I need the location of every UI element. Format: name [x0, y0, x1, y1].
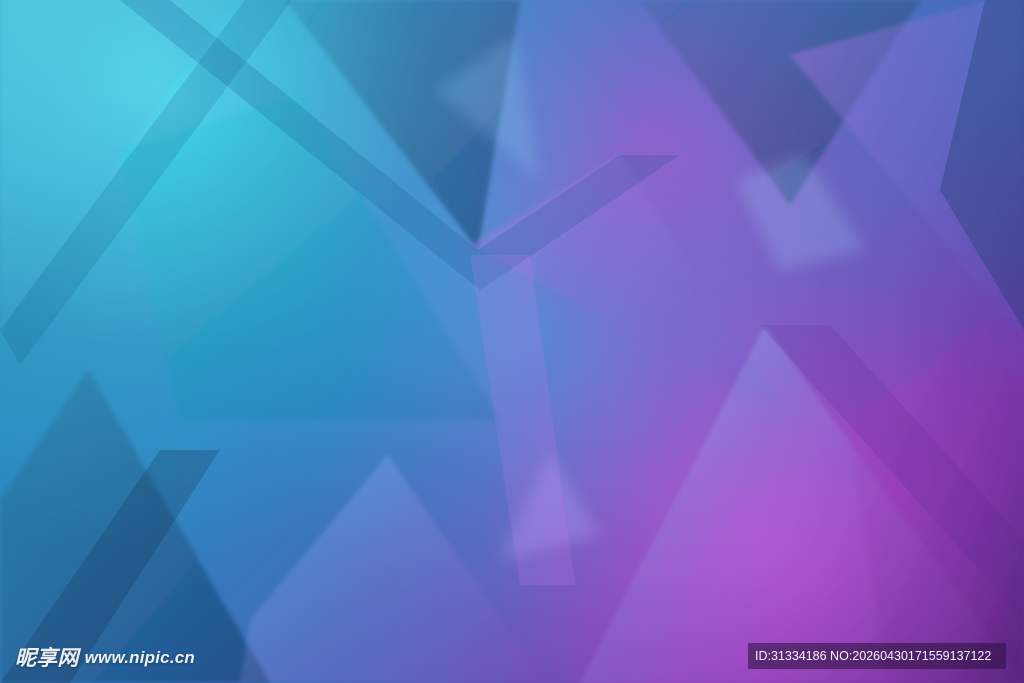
triangle-pattern — [0, 0, 1024, 683]
site-name: 昵享网 — [15, 646, 79, 670]
site-watermark: 昵享网 www.nipic.cn — [15, 646, 195, 670]
site-url: www.nipic.cn — [84, 648, 196, 667]
image-id-label: ID:31334186 NO:20260430171559137122 — [748, 643, 1006, 669]
triangle-shape — [240, 455, 545, 683]
abstract-background: 昵享网 www.nipic.cn ID:31334186 NO:20260430… — [0, 0, 1024, 683]
triangle-shape — [735, 155, 865, 270]
